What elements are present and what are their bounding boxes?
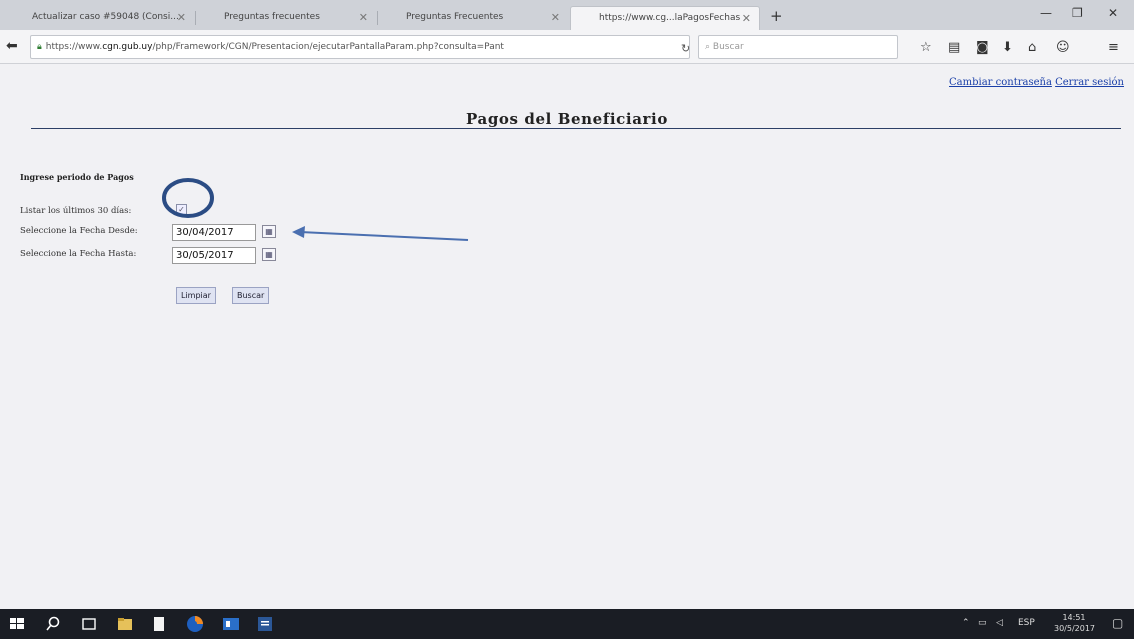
minimize-icon[interactable]: — bbox=[1040, 6, 1052, 20]
annotation-arrow-line bbox=[299, 231, 469, 241]
page-content: Cambiar contraseña Cerrar sesión Pagos d… bbox=[0, 64, 1134, 609]
clock-date: 30/5/2017 bbox=[1054, 624, 1096, 633]
close-icon[interactable]: ✕ bbox=[551, 11, 560, 24]
new-tab-icon[interactable]: + bbox=[770, 7, 783, 25]
annotation-circle bbox=[162, 178, 214, 218]
tab-label: Preguntas frecuentes bbox=[224, 12, 320, 22]
notification-icon[interactable]: ▢ bbox=[1112, 616, 1123, 630]
close-icon[interactable]: ✕ bbox=[742, 12, 751, 25]
close-icon[interactable]: ✕ bbox=[177, 11, 186, 24]
menu-icon[interactable]: ≡ bbox=[1108, 40, 1119, 55]
restore-icon[interactable]: ❐ bbox=[1072, 6, 1083, 20]
task-view-icon[interactable] bbox=[80, 615, 98, 633]
home-icon[interactable]: ⌂ bbox=[1028, 40, 1036, 55]
back-icon[interactable]: ⬅ bbox=[6, 38, 18, 54]
reload-icon[interactable]: ↻ bbox=[681, 42, 690, 55]
word-icon[interactable] bbox=[256, 615, 274, 633]
volume-icon[interactable]: ◁ bbox=[996, 618, 1003, 628]
tab-preguntas-frecuentes[interactable]: Preguntas frecuentes ✕ bbox=[196, 6, 376, 30]
bookmark-star-icon[interactable]: ☆ bbox=[920, 40, 932, 55]
app-icon[interactable] bbox=[222, 615, 240, 633]
lock-icon: 🔒︎ bbox=[37, 42, 42, 52]
tab-strip: Actualizar caso #59048 (Consi... ✕ Pregu… bbox=[0, 0, 1134, 30]
url-path: /php/Framework/CGN/Presentacion/ejecutar… bbox=[152, 42, 504, 52]
tab-actualizar-caso[interactable]: Actualizar caso #59048 (Consi... ✕ bbox=[4, 6, 194, 30]
language-indicator[interactable]: ESP bbox=[1018, 618, 1035, 628]
annotation-arrowhead bbox=[292, 226, 305, 238]
download-icon[interactable]: ⬇ bbox=[1002, 40, 1013, 55]
file-explorer-icon[interactable] bbox=[116, 615, 134, 633]
clock[interactable]: 14:51 30/5/2017 bbox=[1054, 612, 1096, 634]
tab-preguntas-frecuentes-2[interactable]: Preguntas Frecuentes ✕ bbox=[378, 6, 568, 30]
navigation-bar: ⬅ 🔒︎ https://www.cgn.gub.uy/php/Framework… bbox=[0, 30, 1134, 64]
tab-label: https://www.cg...laPagosFechas bbox=[599, 13, 741, 23]
search-input[interactable]: ⌕ Buscar bbox=[698, 35, 898, 59]
search-icon: ⌕ bbox=[705, 42, 711, 52]
library-icon[interactable]: ▤ bbox=[948, 40, 960, 55]
close-window-icon[interactable]: ✕ bbox=[1108, 6, 1118, 20]
tab-label: Actualizar caso #59048 (Consi... bbox=[32, 12, 179, 22]
tray-up-icon[interactable]: ⌃ bbox=[962, 618, 970, 628]
address-bar[interactable]: 🔒︎ https://www.cgn.gub.uy/php/Framework/C… bbox=[30, 35, 690, 59]
network-icon[interactable]: ▭ bbox=[978, 618, 987, 628]
search-placeholder: Buscar bbox=[712, 42, 744, 52]
sync-icon[interactable]: ☺ bbox=[1056, 40, 1070, 55]
url-prefix: https://www. bbox=[45, 42, 103, 52]
close-icon[interactable]: ✕ bbox=[359, 11, 368, 24]
tab-label: Preguntas Frecuentes bbox=[406, 12, 504, 22]
taskbar: ⌃ ▭ ◁ ESP 14:51 30/5/2017 ▢ bbox=[0, 609, 1134, 639]
document-icon[interactable] bbox=[150, 615, 168, 633]
start-icon[interactable] bbox=[8, 615, 26, 633]
tab-pagos-fechas[interactable]: https://www.cg...laPagosFechas ✕ bbox=[570, 6, 760, 30]
url-domain: cgn.gub.uy bbox=[102, 42, 153, 52]
search-taskbar-icon[interactable] bbox=[44, 615, 62, 633]
firefox-icon[interactable] bbox=[186, 615, 204, 633]
clock-time: 14:51 bbox=[1062, 613, 1086, 622]
annotation-overlay bbox=[162, 178, 469, 241]
pocket-icon[interactable]: ◙ bbox=[976, 40, 989, 55]
